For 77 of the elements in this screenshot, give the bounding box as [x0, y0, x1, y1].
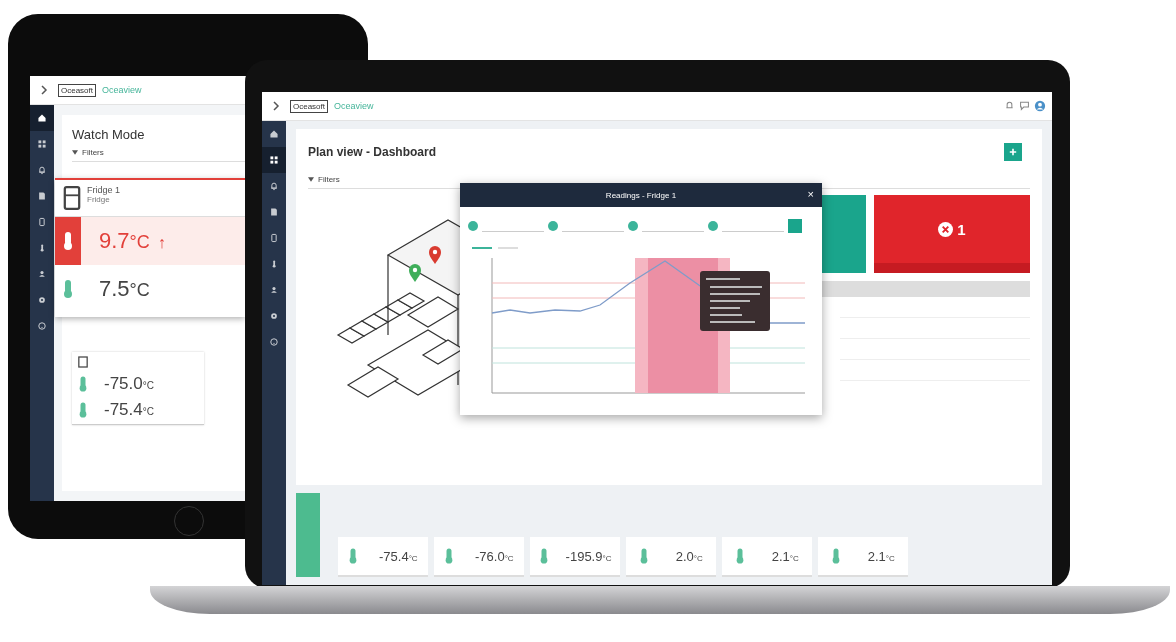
brand-logo: Oceasoft	[58, 83, 96, 97]
temperature-unit: °C	[408, 553, 418, 563]
home-icon	[269, 129, 279, 139]
temperature-unit: °C	[142, 406, 154, 417]
page-title: Plan view - Dashboard	[308, 145, 437, 159]
temperature-value: 7.5	[99, 276, 130, 302]
plus-icon	[1009, 148, 1017, 156]
temperature-unit: °C	[129, 232, 150, 253]
tablet-icon	[37, 217, 47, 227]
filters-label: Filters	[318, 175, 340, 184]
caret-icon	[72, 150, 78, 155]
brand-logo: Oceasoft	[290, 99, 328, 113]
settings-icon	[269, 311, 279, 321]
status-tile[interactable]	[820, 195, 866, 273]
temperature-value: -75.4	[379, 548, 409, 564]
help-icon	[37, 321, 47, 331]
temperature-value: -76.0	[475, 548, 505, 564]
app-name: Oceaview	[102, 85, 142, 95]
help-icon	[269, 337, 279, 347]
temperature-value: -75.0	[104, 374, 143, 394]
sidebar-item[interactable]	[30, 105, 54, 131]
person-icon	[269, 285, 279, 295]
home-icon	[37, 113, 47, 123]
filters-toggle[interactable]: Filters	[308, 175, 340, 188]
filters-toggle[interactable]: Filters	[72, 148, 104, 161]
close-button[interactable]: ×	[805, 187, 816, 201]
temperature-value: 2.1	[771, 548, 790, 564]
temperature-value: -195.9	[565, 548, 603, 564]
sidebar-item[interactable]	[262, 147, 286, 173]
page-title: Watch Mode	[72, 127, 145, 142]
temperature-value: -75.4	[104, 400, 143, 420]
avatar-icon[interactable]	[1034, 100, 1046, 112]
person-icon	[37, 269, 47, 279]
thermometer-icon	[78, 401, 88, 419]
tooltip	[700, 271, 770, 331]
document-icon	[37, 191, 47, 201]
device-name: Fridge 1	[87, 185, 121, 195]
dialog-title: Readings - Fridge 1	[605, 190, 677, 200]
bell-icon	[37, 165, 47, 175]
filters-label: Filters	[82, 148, 104, 157]
map-pin-icon[interactable]	[408, 263, 422, 283]
fridge-icon	[63, 185, 81, 211]
temperature-unit: °C	[129, 280, 150, 301]
bell-icon	[269, 181, 279, 191]
caret-icon	[308, 177, 314, 182]
device-type: Fridge	[87, 195, 111, 204]
temperature-value: 2.0	[675, 548, 694, 564]
temperature-unit: °C	[142, 380, 154, 391]
settings-icon	[37, 295, 47, 305]
temperature-value: 9.7	[99, 228, 130, 254]
status-tile[interactable]: 1	[874, 195, 1030, 273]
thermometer-icon	[639, 547, 650, 565]
document-icon	[269, 207, 279, 217]
temperature-unit: °C	[789, 553, 799, 563]
trend-arrow: ↑	[157, 234, 166, 252]
tile-count: 1	[957, 220, 966, 238]
chat-icon[interactable]	[1019, 100, 1030, 112]
thermometer-icon	[735, 547, 746, 565]
temperature-unit: °C	[885, 553, 895, 563]
fridge-icon	[78, 356, 88, 368]
error-icon	[938, 221, 954, 237]
temperature-unit: °C	[693, 553, 703, 563]
thermometer-icon	[444, 547, 455, 565]
thermometer-icon	[348, 547, 359, 565]
map-pin-icon[interactable]	[428, 245, 442, 265]
app-name: Oceaview	[334, 101, 374, 111]
thermometer-icon	[831, 547, 842, 565]
temperature-unit: °C	[504, 553, 514, 563]
bell-icon[interactable]	[1004, 100, 1015, 112]
grid-icon	[269, 155, 279, 165]
tablet-icon	[269, 233, 279, 243]
thermometer-icon	[78, 375, 88, 393]
temperature-value: 2.1	[867, 548, 886, 564]
temperature-unit: °C	[602, 553, 612, 563]
grid-icon	[37, 139, 47, 149]
add-button[interactable]	[1004, 143, 1022, 161]
thermometer-icon	[538, 547, 549, 565]
